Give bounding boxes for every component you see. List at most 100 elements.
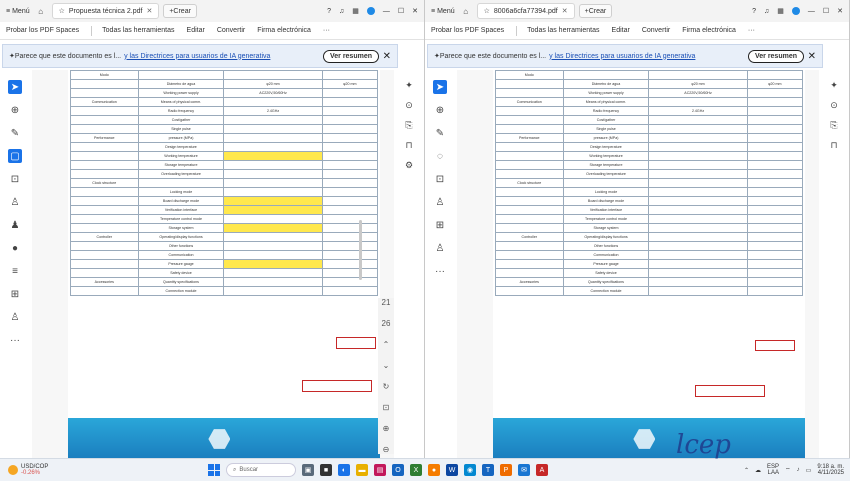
new-tab-button[interactable]: + Crear xyxy=(578,4,613,18)
volume-icon[interactable]: ♪ xyxy=(797,467,800,473)
pen-icon[interactable]: ✎ xyxy=(433,126,447,140)
ai-assistant-icon[interactable]: ✦ xyxy=(405,80,413,91)
page-down-icon[interactable]: ⌄ xyxy=(383,361,390,370)
profile-avatar[interactable] xyxy=(366,7,375,15)
refresh-icon[interactable]: ↻ xyxy=(383,382,390,391)
search-doc-icon[interactable]: ⊙ xyxy=(830,100,838,111)
edit-button[interactable]: Editar xyxy=(612,27,630,34)
menu-button[interactable]: ≡ Menú xyxy=(431,8,455,15)
attachment-icon[interactable]: ⊓ xyxy=(405,140,412,151)
zoom-icon[interactable]: ⊕ xyxy=(8,103,22,117)
text-select-icon[interactable]: ⊡ xyxy=(8,172,22,186)
tab-document[interactable]: ☆ 8006a6cfa77394.pdf ✕ xyxy=(476,3,575,19)
pdf-spaces-button[interactable]: Probar los PDF Spaces xyxy=(431,27,504,34)
menu-button[interactable]: ≡ Menú xyxy=(6,8,30,15)
layers-icon[interactable]: ≡ xyxy=(8,264,22,278)
close-window-icon[interactable]: ✕ xyxy=(412,7,418,15)
lasso-icon[interactable]: ◌ xyxy=(433,149,447,163)
chevron-up-icon[interactable]: ⌃ xyxy=(744,467,749,474)
search-box[interactable]: ⌕ Buscar xyxy=(226,463,296,477)
apps-icon[interactable]: ▦ xyxy=(777,7,784,15)
windows-start-icon[interactable] xyxy=(208,464,220,476)
store-icon[interactable]: ▤ xyxy=(374,464,386,476)
convert-button[interactable]: Convertir xyxy=(642,27,670,34)
wifi-icon[interactable]: ⌔ xyxy=(785,466,791,474)
select-icon[interactable]: ➤ xyxy=(8,80,22,94)
all-tools-button[interactable]: Todas las herramientas xyxy=(527,27,599,34)
banner-link[interactable]: y las Directrices para usuarios de IA ge… xyxy=(124,53,270,60)
acrobat-icon[interactable]: A xyxy=(536,464,548,476)
bookmark-icon[interactable]: ⎘ xyxy=(830,120,837,131)
language-indicator[interactable]: ESP LAA xyxy=(767,464,779,476)
outlook-icon[interactable]: O xyxy=(392,464,404,476)
zoom-out-icon[interactable]: ⊖ xyxy=(383,445,390,454)
chrome-icon[interactable]: ● xyxy=(428,464,440,476)
app-icon[interactable]: ■ xyxy=(320,464,332,476)
minimize-icon[interactable]: — xyxy=(808,8,815,15)
attachment-icon[interactable]: ⊓ xyxy=(830,140,837,151)
close-tab-icon[interactable]: ✕ xyxy=(146,7,152,15)
zoom-icon[interactable]: ⊕ xyxy=(433,103,447,117)
close-banner-icon[interactable]: ✕ xyxy=(808,51,816,62)
widget-ticker[interactable]: USD/COP -0.26% xyxy=(8,464,128,476)
help-icon[interactable]: ? xyxy=(752,8,756,15)
edge-icon[interactable]: ◐ xyxy=(338,464,350,476)
word-icon[interactable]: W xyxy=(446,464,458,476)
fit-page-icon[interactable]: ⊡ xyxy=(383,403,390,412)
stamp-icon[interactable]: ♙ xyxy=(8,195,22,209)
save-icon[interactable]: ⊞ xyxy=(8,287,22,301)
close-window-icon[interactable]: ✕ xyxy=(837,7,843,15)
ai-assistant-icon[interactable]: ✦ xyxy=(830,80,838,91)
more-icon[interactable]: ··· xyxy=(323,27,330,34)
new-tab-button[interactable]: + Crear xyxy=(163,4,197,18)
bookmark-icon[interactable]: ⎘ xyxy=(405,120,412,131)
text-select-icon[interactable]: ⊡ xyxy=(433,172,447,186)
battery-icon[interactable]: ▭ xyxy=(806,467,812,474)
search-doc-icon[interactable]: ⊙ xyxy=(405,100,413,111)
folder-icon[interactable]: ▬ xyxy=(356,464,368,476)
pdf-spaces-button[interactable]: Probar los PDF Spaces xyxy=(6,27,79,34)
excel-icon[interactable]: X xyxy=(410,464,422,476)
more-icon[interactable]: ··· xyxy=(748,27,755,34)
apps-icon[interactable]: ▦ xyxy=(352,7,359,15)
page-number-icon[interactable]: 21 xyxy=(382,298,391,307)
stamp2-icon[interactable]: ♙ xyxy=(8,310,22,324)
teams-icon[interactable]: T xyxy=(482,464,494,476)
help-icon[interactable]: ? xyxy=(327,8,331,15)
maximize-icon[interactable]: ☐ xyxy=(823,7,829,15)
home-icon[interactable]: ⌂ xyxy=(461,6,471,16)
minimize-icon[interactable]: — xyxy=(383,8,390,15)
close-banner-icon[interactable]: ✕ xyxy=(383,51,391,62)
cloud-icon[interactable]: ☁ xyxy=(755,467,761,474)
summary-button[interactable]: Ver resumen xyxy=(747,49,804,63)
bell-icon[interactable]: ♫ xyxy=(339,8,344,15)
color-icon[interactable]: ● xyxy=(8,241,22,255)
zoom-in-icon[interactable]: ⊕ xyxy=(383,424,390,433)
page-up-icon[interactable]: ⌃ xyxy=(383,340,390,349)
summary-button[interactable]: Ver resumen xyxy=(322,49,379,63)
convert-button[interactable]: Convertir xyxy=(217,27,245,34)
settings-icon[interactable]: ⚙ xyxy=(405,160,413,171)
home-icon[interactable]: ⌂ xyxy=(36,6,46,16)
stamp-icon[interactable]: ♙ xyxy=(433,195,447,209)
pen-icon[interactable]: ✎ xyxy=(8,126,22,140)
stamp2-icon[interactable]: ♙ xyxy=(433,241,447,255)
powerpoint-icon[interactable]: P xyxy=(500,464,512,476)
profile-avatar[interactable] xyxy=(791,7,800,15)
comment-icon[interactable]: ▢ xyxy=(8,149,22,163)
user-icon[interactable]: ♟ xyxy=(8,218,22,232)
more-tools-icon[interactable]: ··· xyxy=(433,264,447,278)
banner-link[interactable]: y las Directrices para usuarios de IA ge… xyxy=(549,53,695,60)
all-tools-button[interactable]: Todas las herramientas xyxy=(102,27,174,34)
e-sign-button[interactable]: Firma electrónica xyxy=(257,27,311,34)
close-tab-icon[interactable]: ✕ xyxy=(562,7,568,15)
mail-icon[interactable]: ✉ xyxy=(518,464,530,476)
tab-document[interactable]: ☆ Propuesta técnica 2.pdf ✕ xyxy=(51,3,160,19)
more-tools-icon[interactable]: ··· xyxy=(8,333,22,347)
bell-icon[interactable]: ♫ xyxy=(764,8,769,15)
e-sign-button[interactable]: Firma electrónica xyxy=(682,27,736,34)
save-icon[interactable]: ⊞ xyxy=(433,218,447,232)
photos-icon[interactable]: ◉ xyxy=(464,464,476,476)
maximize-icon[interactable]: ☐ xyxy=(398,7,404,15)
edit-button[interactable]: Editar xyxy=(187,27,205,34)
